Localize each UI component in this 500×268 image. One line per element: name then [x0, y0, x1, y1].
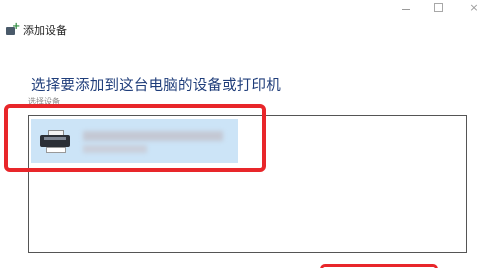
close-button[interactable]: × — [460, 0, 488, 14]
device-detail — [83, 145, 147, 153]
printer-icon — [40, 130, 70, 153]
device-name — [83, 131, 223, 141]
close-icon: × — [469, 0, 479, 14]
window-title: 添加设备 — [23, 24, 67, 37]
device-list[interactable] — [28, 115, 467, 253]
device-list-label: 选择设备 — [28, 97, 60, 106]
maximize-icon — [433, 2, 443, 12]
window-header: + 添加设备 — [6, 20, 67, 40]
annotation-highlight-bottom — [320, 264, 438, 268]
add-device-window: × + 添加设备 选择要添加到这台电脑的设备或打印机 选择设备 — [0, 0, 500, 268]
title-bar: × — [0, 0, 500, 14]
maximize-button[interactable] — [424, 0, 452, 14]
device-list-item[interactable] — [31, 119, 238, 163]
add-printer-icon: + — [6, 22, 20, 36]
minimize-icon — [402, 8, 410, 10]
page-heading: 选择要添加到这台电脑的设备或打印机 — [31, 78, 281, 94]
minimize-button[interactable] — [392, 0, 420, 14]
